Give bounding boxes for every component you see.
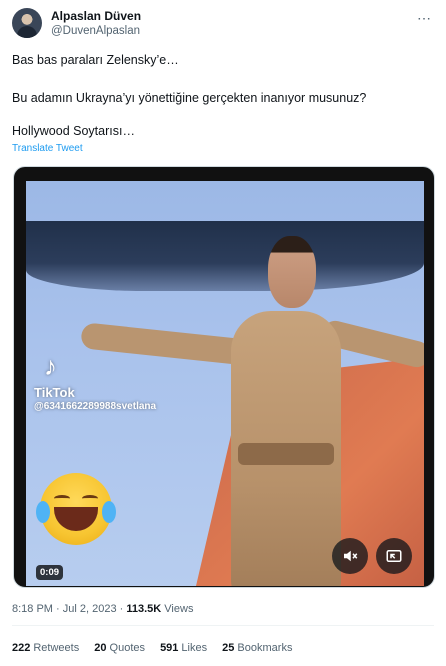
performer-belt (238, 443, 334, 465)
avatar[interactable] (12, 8, 42, 38)
picture-in-picture-button[interactable] (376, 538, 412, 574)
tweet-header: Alpaslan Düven @DuvenAlpaslan ⋯ (12, 8, 432, 44)
stat-likes[interactable]: 591 Likes (160, 642, 207, 654)
mute-button[interactable] (332, 538, 368, 574)
divider (12, 625, 434, 626)
video-player[interactable]: ♪ TikTok @6341662289988svetlana 0:09 (13, 166, 435, 588)
performer-left-arm (80, 322, 252, 366)
speaker-muted-icon (344, 550, 358, 562)
performer-head (268, 236, 316, 308)
stat-quotes[interactable]: 20 Quotes (94, 642, 145, 654)
tiktok-brand: TikTok (34, 385, 75, 400)
tweet-line-1: Bas bas paraları Zelensky’e… (12, 53, 179, 67)
video-duration: 0:09 (36, 565, 64, 580)
stage-curtain (26, 221, 424, 291)
translate-tweet-link[interactable]: Translate Tweet (12, 143, 83, 154)
engagement-stats: 222 Retweets 20 Quotes 591 Likes 25 Bookmark… (12, 642, 304, 654)
laughing-emoji-icon (36, 473, 116, 545)
tiktok-username: @6341662289988svetlana (34, 401, 157, 412)
views-count: 113.5K (126, 603, 162, 615)
stat-bookmarks[interactable]: 25 Bookmarks (222, 642, 292, 654)
author-handle[interactable]: @DuvenAlpaslan (51, 25, 140, 37)
tweet-line-2: Bu adamın Ukrayna’yı yönettiğine gerçekt… (12, 91, 367, 105)
tweet-line-3: Hollywood Soytarısı… (12, 124, 135, 138)
picture-in-picture-icon (386, 550, 402, 562)
stat-retweets[interactable]: 222 Retweets (12, 642, 79, 654)
tweet-time[interactable]: 8:18 PM (12, 603, 53, 615)
views-label: Views (164, 603, 194, 615)
tweet-date[interactable]: Jul 2, 2023 (63, 603, 117, 615)
ellipsis-icon[interactable]: ⋯ (417, 10, 432, 27)
author-name[interactable]: Alpaslan Düven (51, 9, 141, 23)
tweet-meta: 8:18 PM · Jul 2, 2023 · 113.5K Views (12, 603, 194, 615)
tiktok-logo-icon: ♪ (44, 351, 57, 381)
